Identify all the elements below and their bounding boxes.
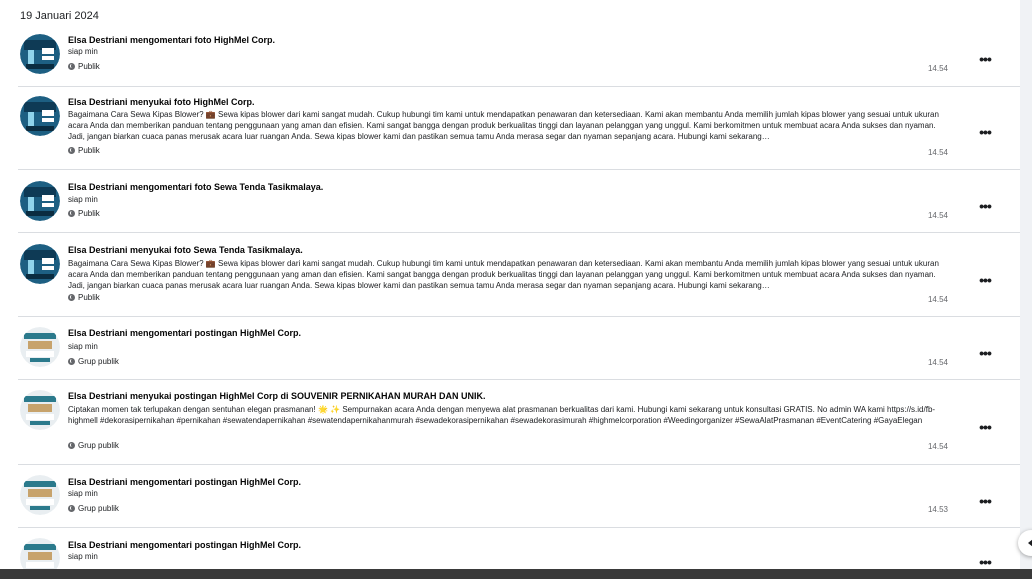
more-options-icon[interactable]: ••• [975,494,995,509]
activity-title[interactable]: Elsa Destriani menyukai postingan HighMe… [68,391,486,401]
privacy-label: Publik [68,293,100,302]
avatar[interactable] [20,475,60,515]
post-excerpt: Bagaimana Cara Sewa Kipas Blower? 💼 Sewa… [68,110,939,141]
avatar-image [20,327,60,367]
privacy-label: Publik [68,209,100,218]
privacy-label: Grup publik [68,357,119,366]
globe-icon [68,358,75,365]
globe-icon [68,442,75,449]
timestamp[interactable]: 14.54 [920,358,948,367]
avatar-image [20,475,60,515]
activity-log-card: 19 Januari 2024 Elsa Destriani mengoment… [0,0,1020,579]
more-options-icon[interactable]: ••• [975,346,995,361]
privacy-label: Publik [68,62,100,71]
divider [18,527,1020,528]
privacy-label: Publik [68,146,100,155]
more-options-icon[interactable]: ••• [975,420,995,435]
timestamp[interactable]: 14.54 [920,148,948,157]
divider [18,316,1020,317]
activity-title[interactable]: Elsa Destriani menyukai foto Sewa Tenda … [68,245,303,255]
divider [18,464,1020,465]
timestamp[interactable]: 14.54 [920,211,948,220]
page-background [1020,0,1032,579]
timestamp[interactable]: 14.53 [920,505,948,514]
comment-text: siap min [68,195,98,204]
globe-icon [68,505,75,512]
taskbar [0,569,1032,579]
post-excerpt: Ciptakan momen tak terlupakan dengan sen… [68,405,936,425]
privacy-text: Publik [78,146,100,155]
activity-title[interactable]: Elsa Destriani mengomentari foto Sewa Te… [68,182,323,192]
divider [18,86,1020,87]
divider [18,232,1020,233]
timestamp[interactable]: 14.54 [920,442,948,451]
activity-title[interactable]: Elsa Destriani mengomentari foto HighMel… [68,35,275,45]
more-options-icon[interactable]: ••• [975,199,995,214]
privacy-text: Grup publik [78,504,119,513]
timestamp[interactable]: 14.54 [920,295,948,304]
more-options-icon[interactable]: ••• [975,273,995,288]
comment-text: siap min [68,47,98,56]
privacy-label: Grup publik [68,504,119,513]
divider [18,379,1020,380]
avatar[interactable] [20,34,60,74]
avatar-image [20,181,60,221]
privacy-text: Grup publik [78,441,119,450]
privacy-text: Publik [78,62,100,71]
globe-icon [68,63,75,70]
privacy-text: Grup publik [78,357,119,366]
avatar-image [20,96,60,136]
avatar-image [20,390,60,430]
activity-title[interactable]: Elsa Destriani mengomentari postingan Hi… [68,540,301,550]
post-excerpt: Bagaimana Cara Sewa Kipas Blower? 💼 Sewa… [68,259,939,290]
avatar-image [20,34,60,74]
avatar[interactable] [20,327,60,367]
comment-text: siap min [68,342,98,351]
date-header: 19 Januari 2024 [20,10,99,22]
globe-icon [68,210,75,217]
avatar[interactable] [20,96,60,136]
activity-title[interactable]: Elsa Destriani mengomentari postingan Hi… [68,328,301,338]
activity-title[interactable]: Elsa Destriani menyukai foto HighMel Cor… [68,97,255,107]
timestamp[interactable]: 14.54 [920,64,948,73]
avatar[interactable] [20,181,60,221]
globe-icon [68,294,75,301]
privacy-label: Grup publik [68,441,119,450]
more-options-icon[interactable]: ••• [975,125,995,140]
activity-title[interactable]: Elsa Destriani mengomentari postingan Hi… [68,477,301,487]
avatar[interactable] [20,390,60,430]
privacy-text: Publik [78,209,100,218]
globe-icon [68,147,75,154]
privacy-text: Publik [78,293,100,302]
more-options-icon[interactable]: ••• [975,52,995,67]
divider [18,169,1020,170]
avatar-image [20,244,60,284]
comment-text: siap min [68,552,98,561]
comment-text: siap min [68,489,98,498]
avatar[interactable] [20,244,60,284]
